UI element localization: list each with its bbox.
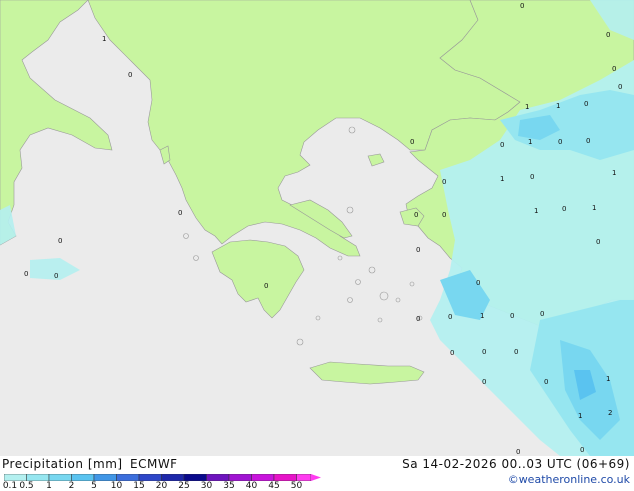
precip-value: 1 <box>612 169 616 177</box>
map-canvas: 0 0 1 0 0 0 1 1 0 0 0 0 0 1 1 0 1 1 0 0 … <box>0 0 634 456</box>
precip-value: 0 <box>442 178 446 186</box>
scale-swatch <box>26 474 50 481</box>
scale-swatch <box>296 474 312 481</box>
precip-value: 1 <box>534 207 538 215</box>
scale-swatch <box>228 474 252 481</box>
precip-value: 0 <box>540 310 544 318</box>
precip-value: 0 <box>514 348 518 356</box>
precip-value: 0 <box>612 65 616 73</box>
scale-swatch <box>71 474 95 481</box>
precip-value: 0 <box>510 312 514 320</box>
precip-value: 0 <box>54 272 58 280</box>
precip-value: 0 <box>580 446 584 454</box>
precip-value: 0 <box>562 205 566 213</box>
scale-swatch <box>183 474 207 481</box>
precip-value: 0 <box>482 348 486 356</box>
precip-value: 0 <box>58 237 62 245</box>
precip-value: 0 <box>586 137 590 145</box>
precip-value: 1 <box>528 138 532 146</box>
scale-swatch <box>4 474 27 481</box>
precip-value: 0 <box>448 313 452 321</box>
land-italy <box>0 0 113 246</box>
precip-value: 1 <box>606 375 610 383</box>
precip-value: 0 <box>520 2 524 10</box>
precip-value: 1 <box>578 412 582 420</box>
precip-value: 0 <box>442 211 446 219</box>
precip-value: 0 <box>596 238 600 246</box>
precip-value: 0 <box>416 315 420 323</box>
legend-footer: Precipitation [mm] ECMWF Sa 14-02-2026 0… <box>0 456 634 491</box>
precip-value: 0 <box>24 270 28 278</box>
precip-value: 0 <box>482 378 486 386</box>
precip-value: 0 <box>606 31 610 39</box>
precip-value: 0 <box>450 349 454 357</box>
precip-value: 0 <box>178 209 182 217</box>
scale-swatch <box>116 474 140 481</box>
precip-value: 1 <box>525 103 529 111</box>
scale-arrow <box>311 474 321 481</box>
land-peloponnese <box>211 239 305 319</box>
credit-link[interactable]: ©weatheronline.co.uk <box>508 473 630 486</box>
precip-value: 0 <box>544 378 548 386</box>
legend-title: Precipitation [mm] <box>2 457 123 471</box>
precipitation-map: 0 0 1 0 0 0 1 1 0 0 0 0 0 1 1 0 1 1 0 0 … <box>0 0 634 456</box>
scale-swatch <box>48 474 72 481</box>
precip-value: 1 <box>102 35 106 43</box>
scale-swatch <box>93 474 117 481</box>
forecast-datetime: Sa 14-02-2026 00..03 UTC (06+69) <box>402 457 630 471</box>
precip-value: 0 <box>584 100 588 108</box>
precip-value: 2 <box>608 409 612 417</box>
precip-value: 0 <box>500 141 504 149</box>
color-scale <box>4 474 321 481</box>
precip-value: 0 <box>476 279 480 287</box>
precip-value: 0 <box>414 211 418 219</box>
precip-value: 0 <box>530 173 534 181</box>
precip-value: 0 <box>558 138 562 146</box>
land-crete <box>309 361 425 385</box>
precip-value: 0 <box>128 71 132 79</box>
scale-swatch <box>251 474 275 481</box>
land-thasos <box>367 153 385 167</box>
model-name: ECMWF <box>130 457 178 471</box>
precip-value: 0 <box>416 246 420 254</box>
precip-value: 1 <box>500 175 504 183</box>
precip-value: 1 <box>556 102 560 110</box>
precip-value: 1 <box>480 312 484 320</box>
precip-value: 0 <box>516 448 520 456</box>
scale-swatch <box>161 474 185 481</box>
precip-value: 0 <box>264 282 268 290</box>
precip-value: 0 <box>410 138 414 146</box>
scale-swatch <box>273 474 297 481</box>
precip-value: 0 <box>618 83 622 91</box>
scale-swatch <box>138 474 162 481</box>
precip-value: 1 <box>592 204 596 212</box>
scale-swatch <box>206 474 230 481</box>
